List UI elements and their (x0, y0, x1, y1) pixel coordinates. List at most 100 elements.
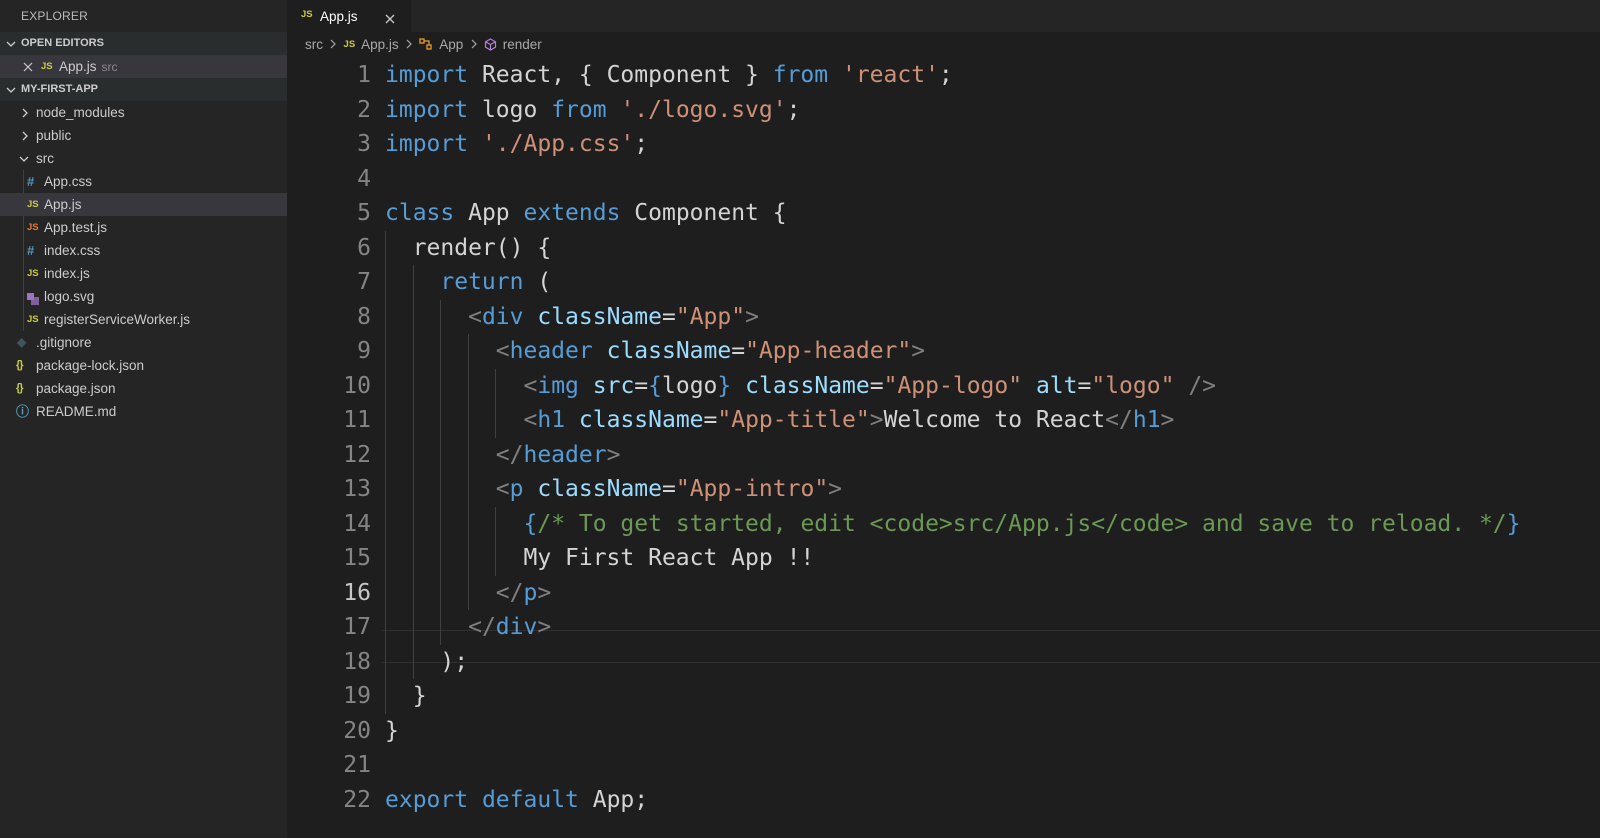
tree-item-node-modules[interactable]: node_modules (0, 101, 287, 124)
tree-item-label: logo.svg (44, 289, 95, 304)
code-line[interactable]: 7 return ( (287, 265, 1600, 300)
chevron-right-icon (402, 32, 415, 58)
tree-item-register-service-worker-js[interactable]: JS registerServiceWorker.js (0, 308, 287, 331)
line-source: </p> (495, 579, 552, 606)
line-number: 8 (357, 303, 371, 330)
tree-item-src[interactable]: src (0, 147, 287, 170)
js-file-icon: JS (41, 61, 53, 72)
code-line[interactable]: 17 </div> (287, 610, 1600, 645)
css-file-icon: # (27, 174, 35, 189)
code-line[interactable]: 19 } (287, 679, 1600, 714)
code-line[interactable]: 18 ); (287, 645, 1600, 680)
code-line[interactable]: 2 import logo from './logo.svg'; (287, 93, 1600, 128)
line-source: ); (385, 648, 469, 675)
line-number: 1 (357, 62, 371, 88)
line-number: 15 (343, 545, 371, 571)
line-source: </div> (468, 614, 552, 640)
breadcrumb-item-file[interactable]: JS App.js (344, 32, 399, 58)
line-source: <h1 className="App-title">Welcome to Rea… (523, 407, 1175, 433)
code-line[interactable]: 14 {/* To get started, edit <code>src/Ap… (287, 507, 1600, 542)
open-editor-item-app-js[interactable]: JS App.js src (0, 55, 287, 78)
code-line[interactable]: 20} (287, 714, 1600, 749)
line-number: 14 (343, 510, 371, 537)
line-source: <div className="App"> (468, 303, 759, 330)
js-file-icon: JS (343, 39, 356, 50)
code-line[interactable]: 8 <div className="App"> (287, 300, 1600, 335)
line-number: 20 (343, 717, 371, 744)
tree-item-label: node_modules (36, 105, 125, 120)
tree-item-index-css[interactable]: # index.css (0, 239, 287, 262)
code-line[interactable]: 16 </p> (287, 576, 1600, 611)
line-number: 18 (343, 648, 371, 675)
method-symbol-icon (484, 32, 497, 58)
code-line[interactable]: 10 <img src={logo} className="App-logo" … (287, 369, 1600, 404)
tab-app-js[interactable]: JS App.js (287, 0, 411, 32)
line-number: 6 (357, 234, 371, 261)
line-number: 12 (343, 441, 371, 468)
code-line[interactable]: 12 </header> (287, 438, 1600, 473)
tree-item-label: package.json (36, 381, 116, 396)
close-icon[interactable] (22, 55, 34, 78)
code-line[interactable]: 3 import './App.css'; (287, 127, 1600, 162)
line-number: 13 (343, 476, 371, 502)
code-line[interactable]: 9 <header className="App-header"> (287, 334, 1600, 369)
tree-item-readme-md[interactable]: ⓘ README.md (0, 400, 287, 423)
open-editors-section-header[interactable]: OPEN EDITORS (0, 32, 287, 55)
code-line[interactable]: 22 export default App; (287, 783, 1600, 818)
line-number: 11 (343, 407, 371, 433)
line-number: 5 (357, 200, 371, 226)
tree-item-public[interactable]: public (0, 124, 287, 147)
code-line[interactable]: 4 (287, 162, 1600, 197)
line-source: {/* To get started, edit <code>src/App.j… (523, 510, 1521, 537)
tree-item-label: App.css (44, 174, 93, 189)
line-number: 3 (357, 131, 371, 157)
line-source: } (385, 717, 399, 744)
breadcrumb-class-label: App (439, 37, 464, 52)
tree-item-app-css[interactable]: # App.css (0, 170, 287, 193)
tree-item-label: App.js (44, 197, 82, 212)
editor-area: JS App.js src JS App.js App render 1 impor… (287, 0, 1600, 838)
code-line[interactable]: 15 My First React App !! (287, 541, 1600, 576)
tree-item-label: index.js (44, 266, 90, 281)
code-editor[interactable]: 1 import React, { Component } from 'react… (287, 58, 1600, 838)
breadcrumb-file-label: App.js (361, 37, 399, 52)
tree-item-index-js[interactable]: JS index.js (0, 262, 287, 285)
tree-item-app-js[interactable]: JS App.js (0, 193, 287, 216)
tree-item-package-json[interactable]: {} package.json (0, 377, 287, 400)
tree-item-logo-svg[interactable]: logo.svg (0, 285, 287, 308)
git-file-icon: ◆ (17, 335, 27, 349)
project-label: MY-FIRST-APP (21, 83, 99, 95)
line-source: export default App; (385, 786, 649, 813)
line-source: <header className="App-header"> (495, 338, 926, 364)
code-line[interactable]: 11 <h1 className="App-title">Welcome to … (287, 403, 1600, 438)
tree-item-label: App.test.js (44, 220, 108, 235)
close-icon[interactable] (385, 11, 395, 24)
tree-item-app-test-js[interactable]: JS App.test.js (0, 216, 287, 239)
code-line[interactable]: 6 render() { (287, 231, 1600, 266)
breadcrumb-item-class[interactable]: App (419, 32, 463, 58)
code-line[interactable]: 13 <p className="App-intro"> (287, 472, 1600, 507)
line-source: import React, { Component } from 'react'… (385, 62, 953, 88)
tree-item-gitignore[interactable]: ◆ .gitignore (0, 331, 287, 354)
explorer-title: EXPLORER (21, 9, 88, 23)
code-line[interactable]: 1 import React, { Component } from 'react… (287, 58, 1600, 93)
line-number: 21 (343, 752, 371, 778)
open-editor-folder: src (101, 60, 118, 74)
line-source: <p className="App-intro"> (495, 476, 843, 502)
line-number: 4 (357, 165, 371, 192)
line-number: 7 (357, 269, 371, 295)
line-source: My First React App !! (385, 545, 815, 571)
tree-item-package-lock-json[interactable]: {} package-lock.json (0, 354, 287, 377)
line-source: return ( (440, 269, 552, 295)
breadcrumb-item-method[interactable]: render (484, 32, 542, 58)
code-line[interactable]: 21 (287, 748, 1600, 783)
line-number: 16 (343, 579, 371, 606)
class-symbol-icon (419, 32, 433, 58)
project-section-header[interactable]: MY-FIRST-APP (0, 78, 287, 101)
line-source: } (385, 683, 427, 709)
code-line[interactable]: 5 class App extends Component { (287, 196, 1600, 231)
json-file-icon: {} (16, 359, 24, 371)
js-file-icon: JS (27, 314, 39, 325)
breadcrumb-item-src[interactable]: src (305, 32, 323, 58)
src-children: # App.css JS App.js JS App.test.js # ind… (0, 170, 287, 331)
